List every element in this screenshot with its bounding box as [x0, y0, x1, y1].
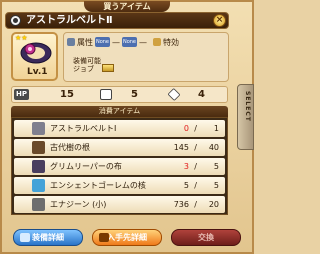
material-slash: / [194, 162, 197, 171]
item-portrait[interactable]: ★★ Lv.1 [11, 32, 58, 81]
material-slash: / [194, 181, 197, 190]
material-name: 古代樹の根 [50, 143, 90, 152]
material-owned: 5 [183, 181, 189, 190]
item-type-icon [10, 15, 21, 26]
material-name: グリムリーパーの布 [50, 162, 122, 171]
close-icon[interactable]: × [213, 14, 226, 27]
material-owned: 736 [173, 200, 189, 209]
energy-icon [32, 198, 45, 211]
job-row: 装備可能 ジョブ [67, 57, 227, 79]
magic-defense-icon [167, 87, 181, 102]
material-row[interactable]: エナジーン (小) 736 / 20 [14, 196, 225, 213]
material-owned: 3 [183, 162, 189, 171]
material-slash: / [194, 200, 197, 209]
attribute-icon [67, 38, 75, 46]
attribute-badge-2: None [122, 37, 137, 47]
material-required: 5 [213, 181, 219, 190]
material-owned: 145 [173, 143, 189, 152]
material-name: エナジーン (小) [50, 200, 107, 209]
golem-core-icon [32, 179, 45, 192]
job-label-2: ジョブ [73, 65, 94, 73]
materials-list: アストラルベルトⅠ 0 / 1 古代樹の根 145 / 40 グリムリーパーの布… [11, 117, 228, 215]
select-tab-label: SELECT [244, 91, 251, 122]
item-level: Lv.1 [27, 67, 48, 77]
belt-icon [20, 42, 52, 64]
stats-bar: HP 15 5 4 [11, 86, 228, 103]
equipment-detail-label: 装備詳細 [32, 233, 64, 242]
root-icon [32, 141, 45, 154]
material-name: エンシェントゴーレムの核 [50, 181, 146, 190]
material-required: 5 [213, 162, 219, 171]
special-icon [153, 38, 161, 46]
defense-icon [100, 89, 112, 100]
material-row[interactable]: グリムリーパーの布 3 / 5 [14, 158, 225, 175]
hp-value: 15 [60, 89, 74, 100]
attribute-dash-2: — [139, 38, 147, 47]
belt-icon [32, 122, 45, 135]
material-required: 40 [208, 143, 219, 152]
job-icon [102, 64, 114, 72]
material-slash: / [194, 143, 197, 152]
equipment-detail-button[interactable]: 装備詳細 [13, 229, 83, 246]
special-label: 特効 [163, 38, 179, 47]
job-label-1: 装備可能 [73, 57, 101, 65]
material-required: 1 [213, 124, 219, 133]
material-row[interactable]: アストラルベルトⅠ 0 / 1 [14, 120, 225, 137]
magic-defense-value: 4 [198, 89, 205, 100]
material-row[interactable]: 古代樹の根 145 / 40 [14, 139, 225, 156]
material-required: 20 [208, 200, 219, 209]
trade-label: 交換 [198, 233, 214, 242]
item-name: アストラルベルトⅡ [26, 15, 113, 26]
material-row[interactable]: エンシェントゴーレムの核 5 / 5 [14, 177, 225, 194]
materials-header: 消費アイテム [11, 106, 228, 117]
hp-label: HP [14, 89, 29, 100]
detail-icon [20, 233, 30, 242]
attribute-dash-1: — [112, 38, 120, 47]
map-icon [99, 233, 109, 242]
trade-button[interactable]: 交換 [171, 229, 241, 246]
defense-value: 5 [131, 89, 138, 100]
cloth-icon [32, 160, 45, 173]
attribute-badge-1: None [95, 37, 110, 47]
attribute-row: 属性 None — None — 特効 [67, 37, 227, 50]
select-tab[interactable]: SELECT [237, 84, 254, 150]
item-title-bar: アストラルベルトⅡ × [5, 12, 229, 29]
material-name: アストラルベルトⅠ [50, 124, 117, 133]
attribute-label: 属性 [77, 38, 93, 47]
panel-banner: 買うアイテム [84, 1, 170, 12]
item-info-panel: 属性 None — None — 特効 装備可能 ジョブ [63, 32, 229, 82]
material-owned: 0 [183, 124, 189, 133]
acquisition-detail-label: 入手先詳細 [107, 233, 147, 242]
material-slash: / [194, 124, 197, 133]
acquisition-detail-button[interactable]: 入手先詳細 [92, 229, 162, 246]
